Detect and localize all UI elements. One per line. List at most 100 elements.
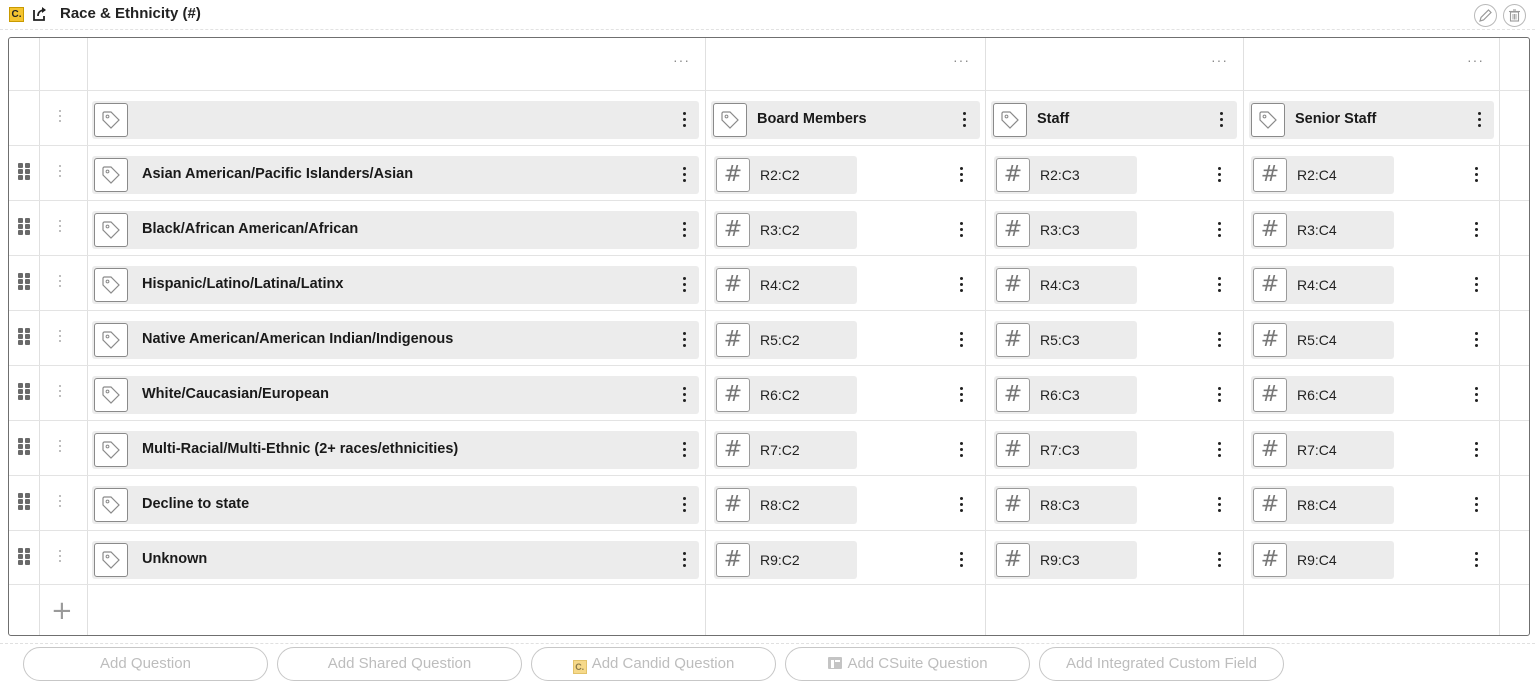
number-cell[interactable]: # R7:C3 [994,431,1137,469]
add-question-button[interactable]: Add Question [23,647,268,681]
number-cell[interactable]: # R4:C2 [714,266,857,304]
number-cell[interactable]: # R6:C2 [714,376,857,414]
kebab-menu-icon[interactable] [1474,442,1478,458]
kebab-menu-icon[interactable] [1217,387,1221,403]
number-cell[interactable]: # R7:C4 [1251,431,1394,469]
row-menu-icon[interactable] [58,165,62,181]
row-menu-icon[interactable] [58,220,62,236]
kebab-menu-icon[interactable] [959,332,963,348]
row-label-field[interactable]: Hispanic/Latino/Latina/Latinx [92,266,699,304]
number-cell[interactable]: # R2:C4 [1251,156,1394,194]
kebab-menu-icon[interactable] [1217,442,1221,458]
number-cell[interactable]: # R5:C4 [1251,321,1394,359]
kebab-menu-icon[interactable] [682,222,686,238]
kebab-menu-icon[interactable] [682,387,686,403]
row-menu-icon[interactable] [58,385,62,401]
kebab-menu-icon[interactable] [1217,497,1221,513]
number-cell[interactable]: # R9:C2 [714,541,857,579]
kebab-menu-icon[interactable] [1219,112,1223,128]
kebab-menu-icon[interactable] [1217,277,1221,293]
number-cell[interactable]: # R4:C4 [1251,266,1394,304]
kebab-menu-icon[interactable] [1474,277,1478,293]
add-candid-question-button[interactable]: C. Add Candid Question [531,647,776,681]
row-label-field[interactable]: Decline to state [92,486,699,524]
kebab-menu-icon[interactable] [959,277,963,293]
kebab-menu-icon[interactable] [1217,167,1221,183]
number-cell[interactable]: # R9:C3 [994,541,1137,579]
kebab-menu-icon[interactable] [1217,222,1221,238]
number-cell[interactable]: # R4:C3 [994,266,1137,304]
row-menu-icon[interactable] [58,495,62,511]
row-label-field[interactable]: Unknown [92,541,699,579]
column-header-field[interactable]: Board Members [711,101,980,139]
drag-handle-icon[interactable] [18,328,32,346]
kebab-menu-icon[interactable] [959,552,963,568]
kebab-menu-icon[interactable] [1474,552,1478,568]
number-cell[interactable]: # R3:C2 [714,211,857,249]
kebab-menu-icon[interactable] [1217,552,1221,568]
row-menu-icon[interactable] [58,275,62,291]
kebab-menu-icon[interactable] [682,277,686,293]
kebab-menu-icon[interactable] [1474,497,1478,513]
column-menu-1[interactable]: ··· [673,52,690,68]
add-csuite-question-button[interactable]: Add CSuite Question [785,647,1030,681]
number-cell[interactable]: # R2:C3 [994,156,1137,194]
kebab-menu-icon[interactable] [959,442,963,458]
number-cell[interactable]: # R2:C2 [714,156,857,194]
number-cell[interactable]: # R9:C4 [1251,541,1394,579]
kebab-menu-icon[interactable] [1477,112,1481,128]
delete-button[interactable] [1503,4,1526,27]
row-label-field[interactable]: Multi-Racial/Multi-Ethnic (2+ races/ethn… [92,431,699,469]
row-menu-icon[interactable] [58,330,62,346]
kebab-menu-icon[interactable] [959,497,963,513]
add-integrated-custom-field-button[interactable]: Add Integrated Custom Field [1039,647,1284,681]
kebab-menu-icon[interactable] [682,167,686,183]
kebab-menu-icon[interactable] [682,332,686,348]
kebab-menu-icon[interactable] [1474,387,1478,403]
number-cell[interactable]: # R5:C2 [714,321,857,359]
number-cell[interactable]: # R3:C3 [994,211,1137,249]
kebab-menu-icon[interactable] [682,552,686,568]
row-menu-icon[interactable] [58,440,62,456]
drag-handle-icon[interactable] [18,438,32,456]
column-menu-2[interactable]: ··· [953,52,970,68]
number-cell[interactable]: # R5:C3 [994,321,1137,359]
drag-handle-icon[interactable] [18,218,32,236]
number-cell[interactable]: # R6:C3 [994,376,1137,414]
kebab-menu-icon[interactable] [682,442,686,458]
kebab-menu-icon[interactable] [959,222,963,238]
drag-handle-icon[interactable] [18,163,32,181]
row-label-field[interactable]: White/Caucasian/European [92,376,699,414]
kebab-menu-icon[interactable] [959,167,963,183]
row-label-field[interactable]: Native American/American Indian/Indigeno… [92,321,699,359]
number-cell[interactable]: # R8:C2 [714,486,857,524]
number-cell[interactable]: # R7:C2 [714,431,857,469]
column-menu-3[interactable]: ··· [1211,52,1228,68]
kebab-menu-icon[interactable] [1474,167,1478,183]
kebab-menu-icon[interactable] [962,112,966,128]
header-row-menu-icon[interactable] [58,110,62,126]
row-menu-icon[interactable] [58,550,62,566]
edit-button[interactable] [1474,4,1497,27]
column-menu-4[interactable]: ··· [1467,52,1484,68]
add-shared-question-button[interactable]: Add Shared Question [277,647,522,681]
number-cell[interactable]: # R3:C4 [1251,211,1394,249]
number-cell[interactable]: # R8:C3 [994,486,1137,524]
drag-handle-icon[interactable] [18,548,32,566]
kebab-menu-icon[interactable] [1474,222,1478,238]
row-label-field[interactable]: Asian American/Pacific Islanders/Asian [92,156,699,194]
add-row-button[interactable]: + [51,596,73,626]
drag-handle-icon[interactable] [18,273,32,291]
kebab-menu-icon[interactable] [959,387,963,403]
drag-handle-icon[interactable] [18,383,32,401]
kebab-menu-icon[interactable] [682,497,686,513]
kebab-menu-icon[interactable] [682,112,686,128]
column-header-field[interactable] [92,101,699,139]
column-header-field[interactable]: Staff [991,101,1237,139]
kebab-menu-icon[interactable] [1217,332,1221,348]
column-header-field[interactable]: Senior Staff [1249,101,1494,139]
number-cell[interactable]: # R8:C4 [1251,486,1394,524]
share-icon[interactable] [31,5,49,23]
drag-handle-icon[interactable] [18,493,32,511]
kebab-menu-icon[interactable] [1474,332,1478,348]
